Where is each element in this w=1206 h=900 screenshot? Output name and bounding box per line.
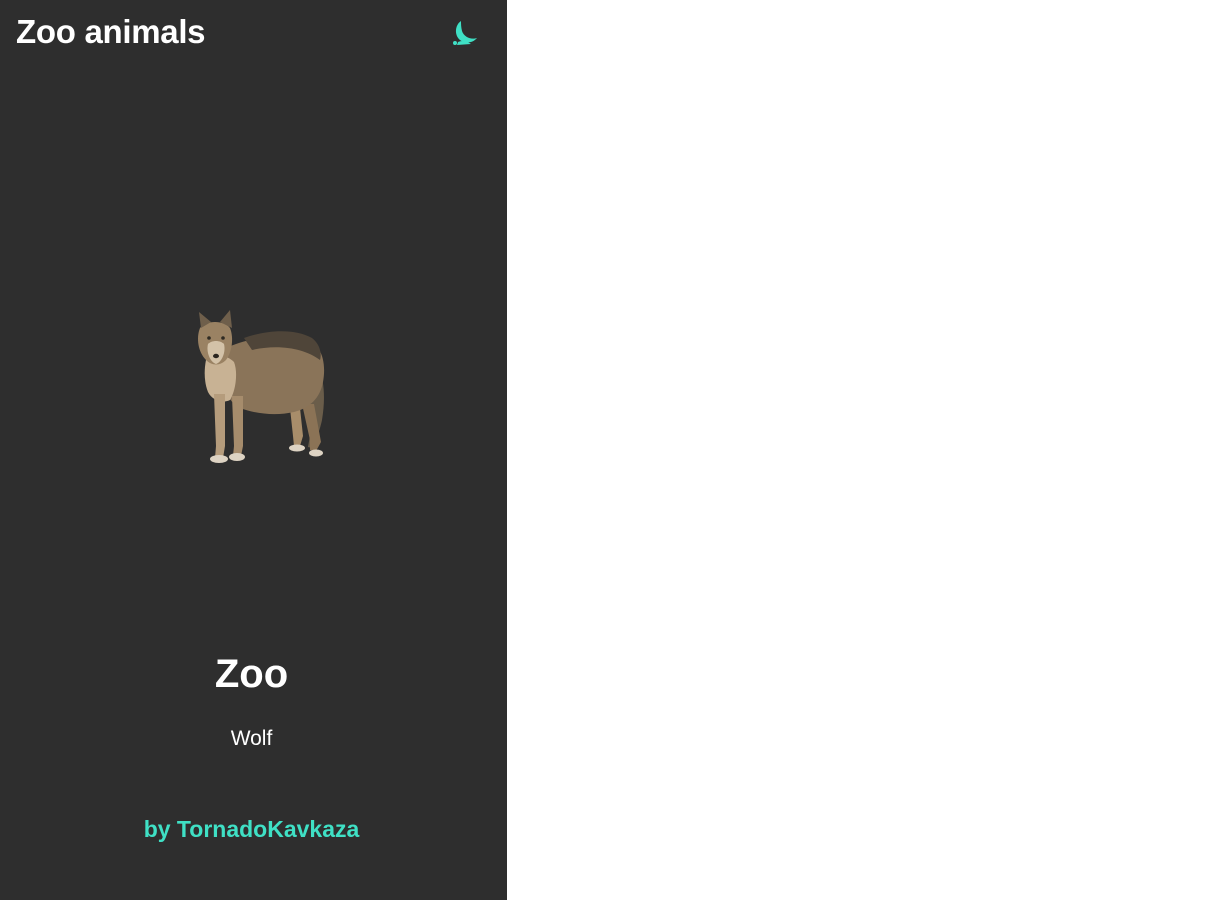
animal-name: Wolf [230, 727, 273, 750]
app-panel: Zoo animals Zoo Wolf by TornadoKavkaza [0, 0, 507, 900]
wolf-image [198, 310, 325, 463]
main-heading: Zoo [214, 652, 289, 696]
moon-icon [453, 21, 477, 45]
author-link[interactable]: by TornadoKavkaza [0, 815, 503, 843]
theme-toggle-button[interactable] [448, 16, 482, 50]
blank-area [507, 0, 1206, 900]
app-title: Zoo animals [16, 13, 206, 50]
